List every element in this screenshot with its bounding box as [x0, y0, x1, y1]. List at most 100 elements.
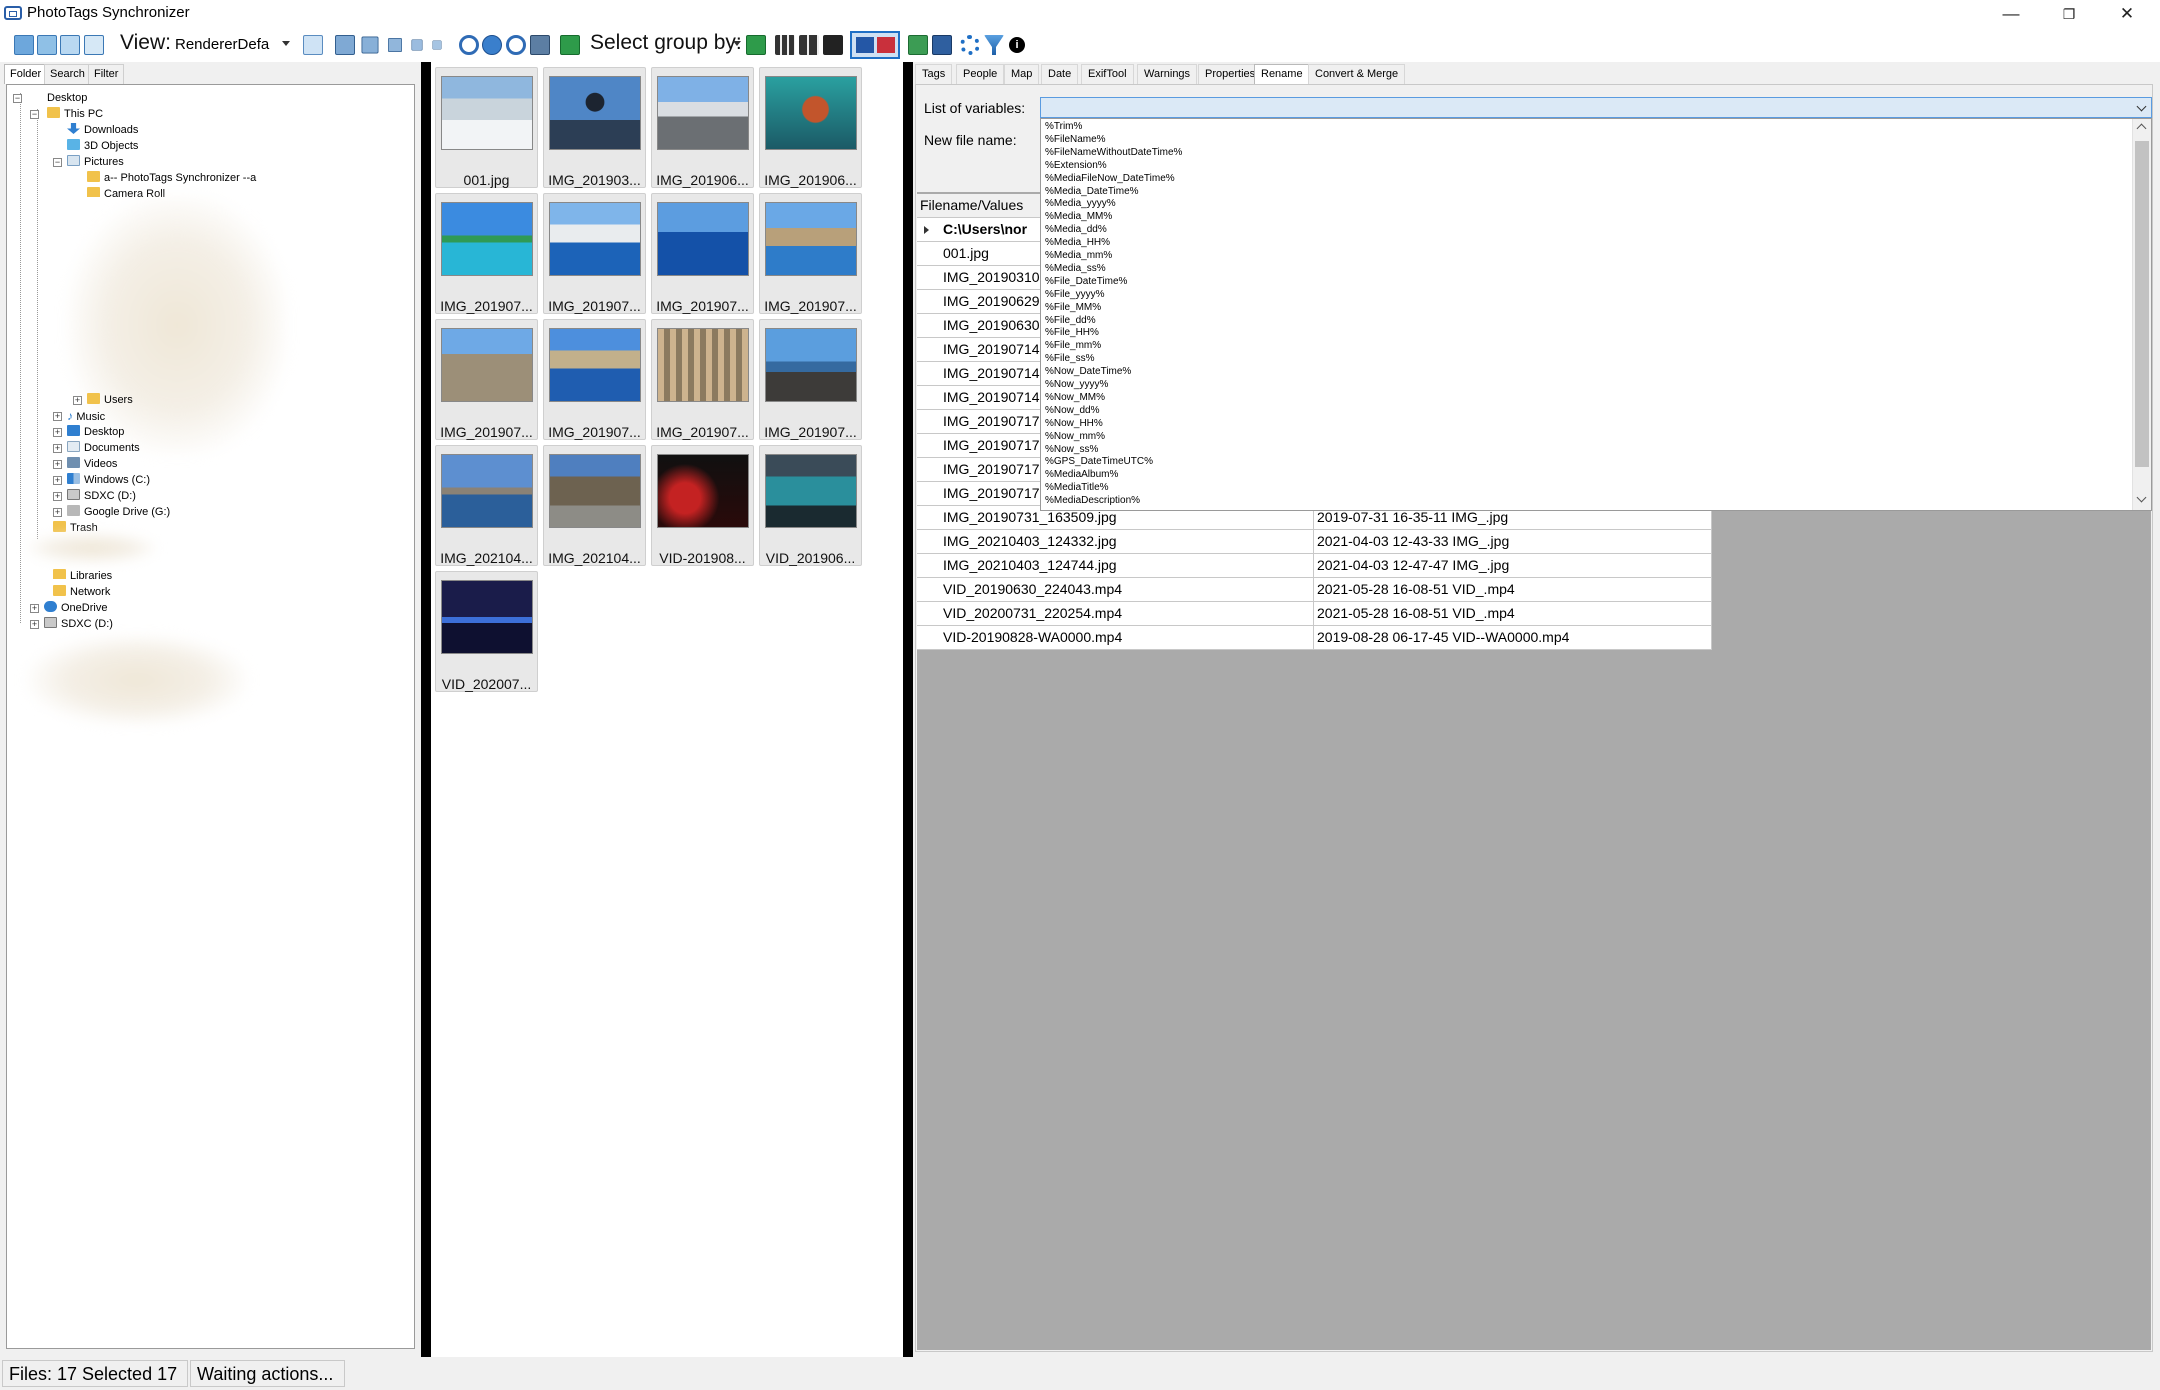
- variable-option[interactable]: %Media_ss%: [1045, 263, 1106, 275]
- tab-people[interactable]: People: [956, 64, 1005, 84]
- right-splitter[interactable]: [903, 62, 913, 1357]
- variable-option[interactable]: %Media_DateTime%: [1045, 186, 1139, 198]
- rotate-right-icon[interactable]: [506, 35, 526, 55]
- variable-option[interactable]: %Media_MM%: [1045, 211, 1112, 223]
- variable-option[interactable]: %MediaFileNow_DateTime%: [1045, 173, 1175, 185]
- filter-icon[interactable]: [984, 35, 1004, 55]
- thumbnail-item[interactable]: IMG_201907...: [435, 193, 538, 314]
- view-list-icon[interactable]: [37, 35, 57, 55]
- image-size-s-icon[interactable]: [411, 39, 423, 51]
- variable-option[interactable]: %GPS_DateTimeUTC%: [1045, 456, 1153, 468]
- tree-item-phototags-folder[interactable]: a-- PhotoTags Synchronizer --a: [87, 171, 256, 186]
- variable-option[interactable]: %Now_MM%: [1045, 392, 1105, 404]
- variable-option[interactable]: %File_yyyy%: [1045, 289, 1104, 301]
- close-button[interactable]: ✕: [2098, 0, 2156, 28]
- grid-row-newname[interactable]: 2021-05-28 16-08-51 VID_.mp4: [1314, 578, 1712, 602]
- view-large-icon[interactable]: [84, 35, 104, 55]
- thumbnail-item[interactable]: VID_201906...: [759, 445, 862, 566]
- variable-option[interactable]: %MediaDescription%: [1045, 495, 1140, 507]
- tree-item-this-pc[interactable]: − This PC: [30, 107, 103, 122]
- variable-option[interactable]: %File_dd%: [1045, 315, 1096, 327]
- variable-option[interactable]: %Media_dd%: [1045, 224, 1107, 236]
- tree-item-libraries[interactable]: Libraries: [53, 569, 112, 579]
- expand-icon[interactable]: +: [53, 492, 62, 501]
- variable-option[interactable]: %File_MM%: [1045, 302, 1101, 314]
- variable-option[interactable]: %FileName%: [1045, 134, 1106, 146]
- columns-2-icon[interactable]: [799, 35, 819, 55]
- tree-item-desktop-2[interactable]: + Desktop: [53, 425, 124, 440]
- thumbnail-item[interactable]: IMG_201907...: [435, 319, 538, 440]
- thumbnail-item[interactable]: VID-201908...: [651, 445, 754, 566]
- tab-search[interactable]: Search: [44, 64, 91, 84]
- expand-icon[interactable]: +: [53, 460, 62, 469]
- variable-option[interactable]: %File_ss%: [1045, 353, 1094, 365]
- tree-item-desktop[interactable]: − Desktop: [13, 91, 87, 106]
- tab-properties[interactable]: Properties: [1198, 64, 1263, 84]
- image-size-l-icon[interactable]: [361, 36, 379, 54]
- tree-item-downloads[interactable]: Downloads: [67, 123, 138, 138]
- tree-item-music[interactable]: + ♪ Music: [53, 409, 105, 424]
- variable-option[interactable]: %File_DateTime%: [1045, 276, 1127, 288]
- thumbnail-item[interactable]: IMG_201903...: [543, 67, 646, 188]
- grid-row-newname[interactable]: 2021-05-28 16-08-51 VID_.mp4: [1314, 602, 1712, 626]
- view-details-icon[interactable]: [14, 35, 34, 55]
- tree-item-sdxc-d[interactable]: + SDXC (D:): [53, 489, 136, 504]
- open-map-icon[interactable]: [908, 35, 928, 55]
- expand-icon[interactable]: +: [73, 396, 82, 405]
- thumbnail-item[interactable]: IMG_202104...: [435, 445, 538, 566]
- tree-item-windows-c[interactable]: + Windows (C:): [53, 473, 150, 488]
- thumbnail-item[interactable]: IMG_201907...: [651, 193, 754, 314]
- view-select[interactable]: RendererDefa: [175, 36, 269, 53]
- tab-exiftool[interactable]: ExifTool: [1081, 64, 1134, 84]
- tab-date[interactable]: Date: [1041, 64, 1079, 84]
- compare-mode-toggle[interactable]: [850, 31, 900, 59]
- grid-row-filename[interactable]: IMG_20210403_124744.jpg: [917, 554, 1314, 578]
- view-tiles-icon[interactable]: [60, 35, 80, 55]
- thumbnail-item[interactable]: IMG_202104...: [543, 445, 646, 566]
- variable-option[interactable]: %MediaAlbum%: [1045, 469, 1118, 481]
- dropdown-scrollbar[interactable]: [2132, 119, 2151, 510]
- about-info-icon[interactable]: i: [1009, 37, 1025, 53]
- tab-rename[interactable]: Rename: [1254, 64, 1310, 84]
- variable-option[interactable]: %Media_mm%: [1045, 250, 1112, 262]
- grid-row-newname[interactable]: 2021-04-03 12-43-33 IMG_.jpg: [1314, 530, 1712, 554]
- tree-item-videos[interactable]: + Videos: [53, 457, 117, 472]
- grid-view-icon[interactable]: [303, 35, 323, 55]
- grid-row-filename[interactable]: VID-20190828-WA0000.mp4: [917, 626, 1314, 650]
- expand-icon[interactable]: +: [53, 508, 62, 517]
- variable-option[interactable]: %Extension%: [1045, 160, 1107, 172]
- tree-item-sdxc-d-2[interactable]: + SDXC (D:): [30, 617, 113, 632]
- rotate-left-icon[interactable]: [459, 35, 479, 55]
- variable-option[interactable]: %Media_yyyy%: [1045, 198, 1116, 210]
- expand-icon[interactable]: +: [53, 444, 62, 453]
- expand-icon[interactable]: +: [53, 428, 62, 437]
- thumbnail-item[interactable]: IMG_201907...: [759, 193, 862, 314]
- tab-convert-merge[interactable]: Convert & Merge: [1308, 64, 1406, 84]
- thumbnail-item[interactable]: IMG_201907...: [543, 193, 646, 314]
- chevron-down-icon[interactable]: [2136, 101, 2147, 112]
- variables-dropdown-list[interactable]: %Trim% %FileName% %FileNameWithoutDateTime…: [1040, 118, 2152, 511]
- thumbnail-item[interactable]: VID_202007...: [435, 571, 538, 692]
- collapse-icon[interactable]: −: [53, 158, 62, 167]
- tree-item-users[interactable]: + Users: [73, 393, 133, 408]
- grid-row-filename[interactable]: VID_20200731_220254.mp4: [917, 602, 1314, 626]
- thumbnail-item[interactable]: 001.jpg: [435, 67, 538, 188]
- expand-icon[interactable]: +: [53, 476, 62, 485]
- thumbnail-item[interactable]: IMG_201906...: [651, 67, 754, 188]
- save-icon[interactable]: [932, 35, 952, 55]
- variable-option[interactable]: %Now_DateTime%: [1045, 366, 1131, 378]
- variable-option[interactable]: %Now_mm%: [1045, 431, 1105, 443]
- tab-warnings[interactable]: Warnings: [1137, 64, 1198, 84]
- variable-option[interactable]: %File_HH%: [1045, 327, 1099, 339]
- grid-row-newname[interactable]: 2021-04-03 12-47-47 IMG_.jpg: [1314, 554, 1712, 578]
- group-refresh-icon[interactable]: [746, 35, 766, 55]
- tree-item-pictures[interactable]: − Pictures: [53, 155, 124, 170]
- collapse-icon[interactable]: −: [30, 110, 39, 119]
- expand-icon[interactable]: +: [30, 604, 39, 613]
- tab-tags[interactable]: Tags: [915, 64, 953, 84]
- tree-item-documents[interactable]: + Documents: [53, 441, 140, 456]
- image-size-xl-icon[interactable]: [335, 35, 355, 55]
- grid-row-filename[interactable]: VID_20190630_224043.mp4: [917, 578, 1314, 602]
- scrollbar-thumb[interactable]: [2135, 141, 2149, 467]
- variable-option[interactable]: %MediaTitle%: [1045, 482, 1109, 494]
